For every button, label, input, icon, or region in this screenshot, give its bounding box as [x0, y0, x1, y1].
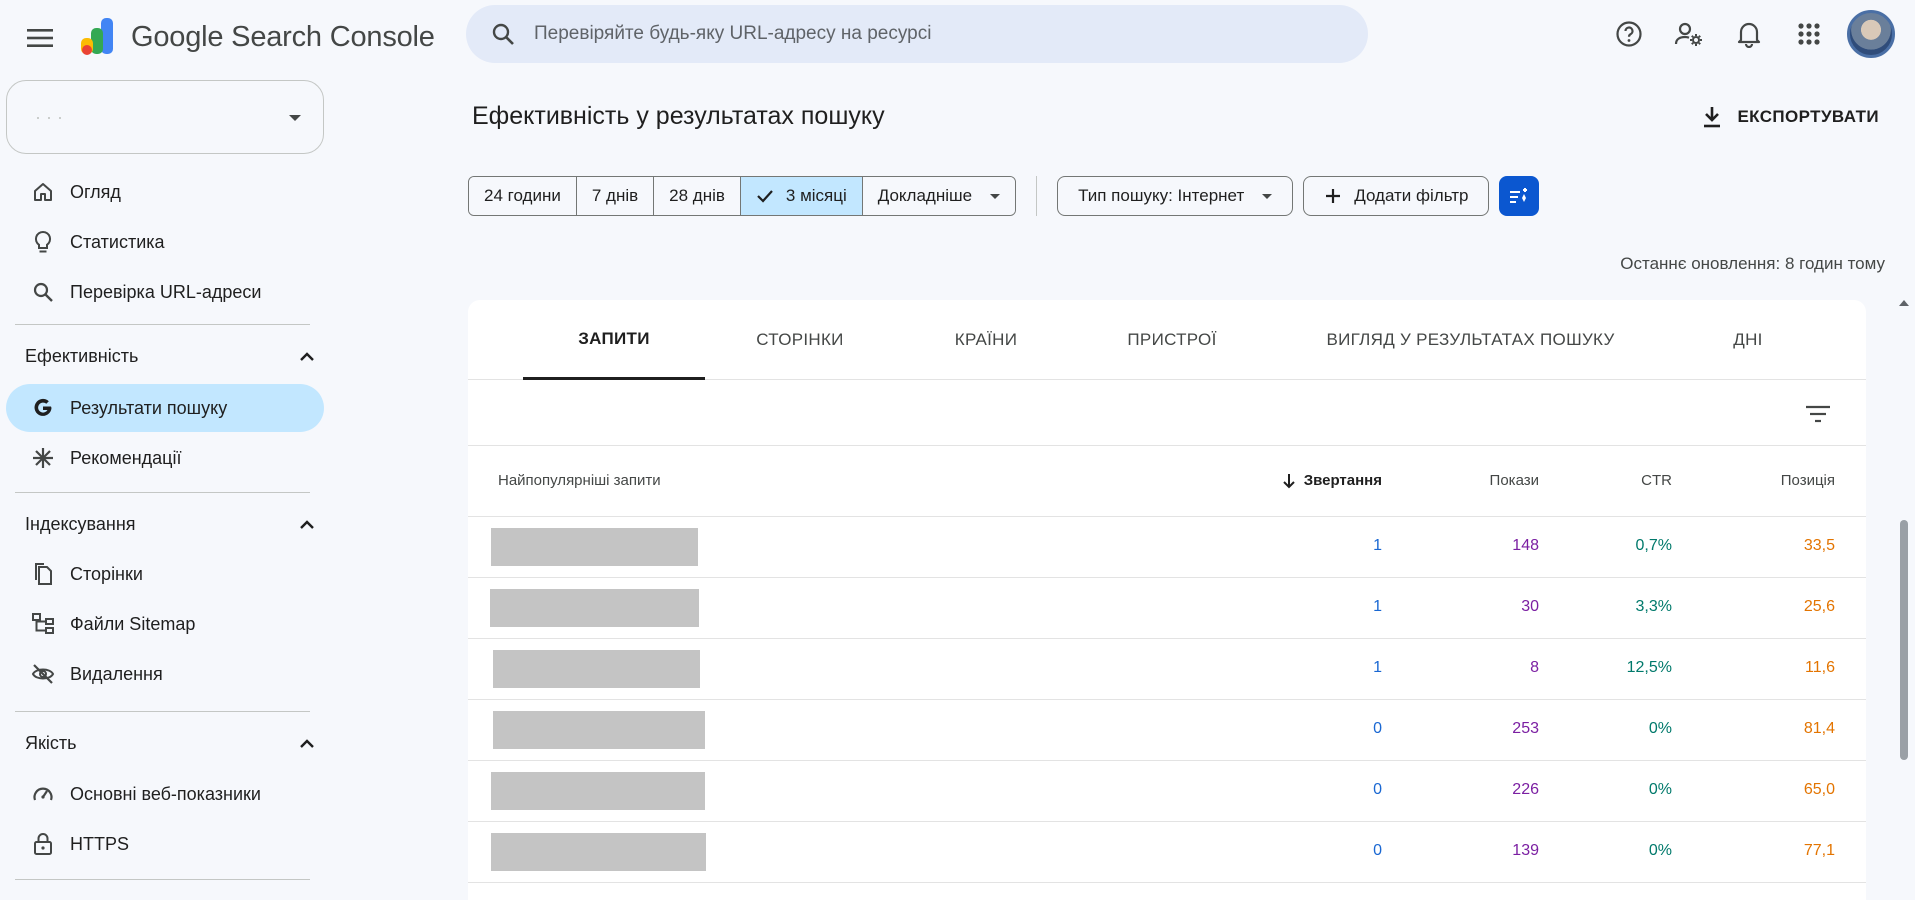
table-row[interactable]: 1 30 3,3% 25,6 [468, 578, 1866, 639]
sidebar-item-url-inspection[interactable]: Перевірка URL-адреси [6, 268, 324, 316]
avatar[interactable] [1847, 10, 1895, 58]
search-icon [28, 281, 58, 303]
add-filter-button[interactable]: Додати фільтр [1303, 176, 1490, 216]
sidebar-item-pages[interactable]: Сторінки [6, 550, 324, 598]
gauge-icon [28, 783, 58, 805]
redacted-query [493, 711, 705, 749]
chevron-down-icon [990, 193, 1001, 199]
home-icon [28, 181, 58, 203]
divider [1036, 176, 1038, 216]
filter-bar: 24 години 7 днів 28 днів 3 місяці Доклад… [468, 176, 1540, 216]
sidebar-item-sitemaps[interactable]: Файли Sitemap [6, 600, 324, 648]
page-title: Ефективність у результатах пошуку [472, 102, 885, 130]
plus-icon [1324, 187, 1342, 205]
pages-icon [28, 562, 58, 586]
sidebar-item-search-results[interactable]: Результати пошуку [6, 384, 324, 432]
sidebar-item-recommendations[interactable]: Рекомендації [6, 434, 324, 482]
column-header-query[interactable]: Найпопулярніші запити [498, 472, 661, 489]
tab-queries[interactable]: ЗАПИТИ [523, 300, 705, 380]
redacted-query [490, 589, 699, 627]
range-7d-button[interactable]: 7 днів [576, 177, 655, 215]
table-row[interactable]: 0 139 0% 77,1 [468, 822, 1866, 883]
chevron-down-icon [289, 115, 301, 121]
section-quality[interactable]: Якість [15, 723, 315, 763]
property-name: · · · [35, 107, 63, 127]
tab-search-appearance[interactable]: ВИГЛЯД У РЕЗУЛЬТАТАХ ПОШУКУ [1298, 300, 1643, 380]
scroll-up-arrow-icon[interactable] [1899, 300, 1909, 306]
sidebar-item-insights[interactable]: Статистика [6, 218, 324, 266]
divider [15, 492, 310, 493]
logo-icon [81, 18, 113, 55]
filter-list-icon[interactable] [1802, 398, 1834, 430]
divider [15, 711, 310, 712]
range-28d-button[interactable]: 28 днів [654, 177, 741, 215]
scrollbar-thumb[interactable] [1900, 520, 1908, 760]
property-selector[interactable]: · · · [6, 80, 324, 154]
google-g-icon [28, 397, 58, 419]
search-icon [488, 19, 518, 49]
chevron-up-icon [299, 514, 315, 535]
column-header-position[interactable]: Позиція [1781, 472, 1835, 489]
scrollbar[interactable] [1898, 300, 1910, 887]
compare-filter-icon[interactable] [1499, 176, 1540, 216]
lock-icon [28, 832, 58, 856]
top-app-bar: Google Search Console [0, 0, 1915, 80]
sidebar: · · · Огляд Статистика Перевірка URL-адр… [0, 78, 330, 887]
sidebar-item-core-web-vitals[interactable]: Основні веб-показники [6, 770, 324, 818]
export-button[interactable]: ЕКСПОРТУВАТИ [1701, 96, 1879, 138]
table-row[interactable]: 0 226 0% 65,0 [468, 761, 1866, 822]
sitemap-icon [28, 613, 58, 635]
search-type-dropdown[interactable]: Тип пошуку: Інтернет [1057, 176, 1294, 216]
dimension-tabs: ЗАПИТИ СТОРІНКИ КРАЇНИ ПРИСТРОЇ ВИГЛЯД У… [468, 300, 1866, 380]
url-inspection-search[interactable] [466, 5, 1368, 63]
arrow-down-icon [1282, 473, 1296, 489]
tab-devices[interactable]: ПРИСТРОЇ [1077, 300, 1267, 380]
chevron-down-icon [1262, 193, 1273, 199]
table-filter-row [468, 380, 1866, 446]
redacted-query [491, 528, 698, 566]
range-3m-button[interactable]: 3 місяці [740, 177, 863, 215]
table-header: Найпопулярніші запити Звертання Покази C… [468, 446, 1866, 517]
table-row[interactable]: 1 8 12,5% 11,6 [468, 639, 1866, 700]
table-row[interactable]: 1 148 0,7% 33,5 [468, 517, 1866, 578]
divider [15, 879, 310, 880]
column-header-ctr[interactable]: CTR [1641, 472, 1672, 489]
redacted-query [493, 650, 700, 688]
search-console-logo[interactable]: Google Search Console [79, 16, 435, 58]
search-input[interactable] [534, 23, 1334, 45]
range-24h-button[interactable]: 24 години [469, 177, 577, 215]
apps-grid-icon[interactable] [1779, 10, 1839, 58]
redacted-query [491, 772, 705, 810]
download-icon [1701, 105, 1723, 129]
column-header-impressions[interactable]: Покази [1490, 472, 1539, 489]
chevron-up-icon [299, 346, 315, 367]
lightbulb-icon [28, 230, 58, 254]
notifications-bell-icon[interactable] [1719, 10, 1779, 58]
eye-off-icon [28, 663, 58, 685]
sidebar-item-https[interactable]: HTTPS [6, 820, 324, 868]
last-updated-text: Останнє оновлення: 8 годин тому [1620, 254, 1885, 273]
sidebar-item-removals[interactable]: Видалення [6, 650, 324, 698]
tab-dates[interactable]: ДНІ [1663, 300, 1833, 380]
date-range-selector: 24 години 7 днів 28 днів 3 місяці Доклад… [468, 176, 1017, 216]
column-header-clicks[interactable]: Звертання [1282, 472, 1382, 489]
hamburger-menu-icon[interactable] [22, 20, 58, 56]
redacted-query [491, 833, 706, 871]
check-icon [756, 189, 774, 203]
app-title: Google Search Console [131, 20, 435, 53]
help-icon[interactable] [1599, 10, 1659, 58]
section-indexing[interactable]: Індексування [15, 504, 315, 544]
range-more-dropdown[interactable]: Докладніше [862, 177, 1016, 215]
asterisk-icon [28, 447, 58, 469]
performance-table-card: ЗАПИТИ СТОРІНКИ КРАЇНИ ПРИСТРОЇ ВИГЛЯД У… [468, 300, 1866, 900]
user-settings-icon[interactable] [1659, 10, 1719, 58]
sidebar-item-overview[interactable]: Огляд [6, 168, 324, 216]
main-content: Ефективність у результатах пошуку ЕКСПОР… [466, 80, 1915, 900]
chevron-up-icon [299, 733, 315, 754]
tab-countries[interactable]: КРАЇНИ [895, 300, 1077, 380]
tab-pages[interactable]: СТОРІНКИ [705, 300, 895, 380]
section-performance[interactable]: Ефективність [15, 336, 315, 376]
divider [15, 324, 310, 325]
table-row[interactable]: 0 253 0% 81,4 [468, 700, 1866, 761]
